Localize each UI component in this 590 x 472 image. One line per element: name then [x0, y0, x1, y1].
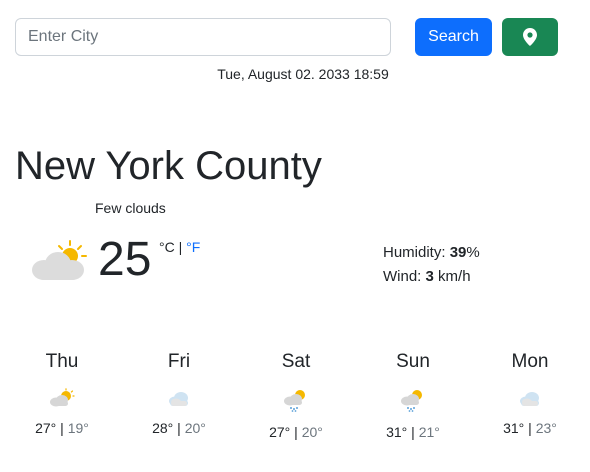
forecast-day: Mon 31° | 23°	[480, 350, 580, 436]
cloud-icon	[169, 392, 188, 406]
forecast: Thu 27° | 19° Fri 28° | 20° Sat 27° | 20…	[0, 350, 590, 460]
forecast-low: 21°	[418, 424, 440, 440]
forecast-high: 31°	[386, 424, 408, 440]
few-clouds-icon	[32, 240, 87, 280]
unit-toggle: °C | °F	[159, 239, 200, 255]
search-button[interactable]: Search	[415, 18, 492, 56]
forecast-high: 27°	[269, 424, 291, 440]
humidity-value: 39	[449, 244, 467, 261]
forecast-high: 31°	[503, 420, 525, 436]
weather-details: Humidity: 39% Wind: 3 km/h	[383, 241, 480, 289]
forecast-day-name: Thu	[45, 351, 79, 372]
forecast-temps: 31° | 23°	[480, 420, 580, 436]
forecast-day: Fri 28° | 20°	[129, 350, 229, 436]
cloud-icon	[520, 392, 539, 406]
forecast-temps: 28° | 20°	[129, 420, 229, 436]
forecast-sep: |	[56, 420, 68, 436]
forecast-temps: 31° | 21°	[363, 424, 463, 440]
sun-cloud-rain-icon	[284, 390, 305, 412]
forecast-day: Sat 27° | 20°	[246, 350, 346, 440]
current-temperature: 25	[98, 233, 152, 286]
forecast-low: 23°	[535, 420, 557, 436]
forecast-low: 20°	[301, 424, 323, 440]
humidity: Humidity: 39%	[383, 241, 480, 265]
forecast-temps: 27° | 20°	[246, 424, 346, 440]
forecast-sep: |	[524, 420, 536, 436]
weather-description: Few clouds	[95, 200, 166, 216]
city-search-input[interactable]	[15, 18, 391, 56]
forecast-day-name: Sat	[281, 351, 311, 372]
forecast-day-name: Sun	[396, 351, 430, 372]
forecast-sep: |	[290, 424, 302, 440]
forecast-temps: 27° | 19°	[12, 420, 112, 436]
current-location-button[interactable]	[502, 18, 558, 56]
wind: Wind: 3 km/h	[383, 265, 480, 289]
forecast-day: Sun 31° | 21°	[363, 350, 463, 440]
sun-cloud-icon	[50, 388, 75, 407]
forecast-sep: |	[407, 424, 419, 440]
city-name: New York County	[15, 144, 322, 188]
forecast-day-name: Fri	[167, 351, 191, 372]
forecast-low: 19°	[67, 420, 89, 436]
humidity-label: Humidity:	[383, 244, 450, 261]
wind-label: Wind:	[383, 268, 426, 285]
forecast-high: 28°	[152, 420, 174, 436]
unit-celsius: °C	[159, 239, 175, 255]
unit-separator: |	[174, 239, 187, 255]
forecast-day-name: Mon	[511, 351, 549, 372]
wind-value: 3	[425, 268, 434, 285]
forecast-low: 20°	[184, 420, 206, 436]
sun-cloud-rain-icon	[401, 390, 422, 412]
map-marker-icon	[523, 28, 537, 46]
forecast-high: 27°	[35, 420, 57, 436]
forecast-day: Thu 27° | 19°	[12, 350, 112, 436]
unit-fahrenheit-link[interactable]: °F	[186, 239, 200, 255]
current-datetime: Tue, August 02. 2033 18:59	[217, 66, 389, 82]
wind-unit: km/h	[433, 268, 471, 285]
forecast-sep: |	[173, 420, 185, 436]
humidity-unit: %	[466, 244, 480, 261]
